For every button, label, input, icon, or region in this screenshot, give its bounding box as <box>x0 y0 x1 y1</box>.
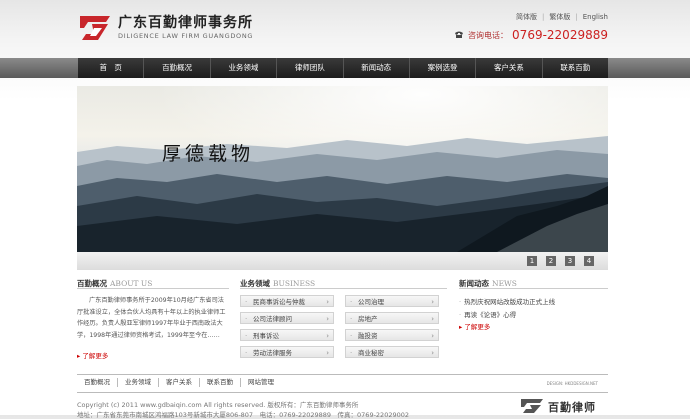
news-item-label: 热烈庆祝网站改版成功正式上线 <box>464 298 556 306</box>
about-divider <box>77 288 229 289</box>
business-item[interactable]: · 劳动法律服务 › <box>240 346 334 358</box>
news-divider <box>459 288 608 289</box>
banner-page-1[interactable]: 1 <box>527 256 537 266</box>
about-more-link[interactable]: ▸ 了解更多 <box>77 350 108 360</box>
phone-label: 咨询电话： <box>468 30 509 40</box>
bullet-icon: · <box>350 298 353 306</box>
footer-link-contact[interactable]: 联系百勤 <box>200 378 241 387</box>
logo-mark-icon <box>80 16 110 40</box>
business-item[interactable]: · 公司治理 › <box>345 295 439 307</box>
business-item[interactable]: · 刑事诉讼 › <box>240 329 334 341</box>
chevron-right-icon: › <box>431 315 434 323</box>
bullet-icon: · <box>459 298 462 306</box>
nav-item-contact[interactable]: 联系百勤 <box>543 58 608 78</box>
banner-page-4[interactable]: 4 <box>584 256 594 266</box>
bullet-icon: · <box>245 349 248 357</box>
address-text: 地址：广东省东莞市南城区鸿福路103号新城市大厦806-807 电话：0769-… <box>77 411 410 419</box>
news-more-link[interactable]: ▸ 了解更多 <box>459 321 490 331</box>
nav-item-about[interactable]: 百勤概况 <box>144 58 211 78</box>
bullet-icon: · <box>459 311 462 319</box>
nav-item-cases[interactable]: 案例选登 <box>410 58 477 78</box>
chevron-right-icon: › <box>326 349 329 357</box>
nav-item-team[interactable]: 律师团队 <box>277 58 344 78</box>
news-title: 新闻动态 <box>459 279 489 288</box>
footer-link-admin[interactable]: 网站管理 <box>241 378 281 387</box>
bullet-icon: · <box>350 332 353 340</box>
main-nav: 首 页 百勤概况 业务领域 律师团队 新闻动态 案例选登 客户关系 联系百勤 <box>78 58 608 78</box>
bullet-icon: · <box>245 315 248 323</box>
news-item[interactable]: · 热烈庆祝网站改版成功正式上线 <box>459 296 555 306</box>
footer-logo-icon <box>521 399 543 413</box>
about-more-label: 了解更多 <box>82 352 109 360</box>
footer-logo-text: 百勤律师 <box>548 401 596 414</box>
business-item-label: 民商事诉讼与仲裁 <box>253 298 305 306</box>
bullet-icon: · <box>350 315 353 323</box>
about-text: 广东百勤律师事务所于2009年10月经广东省司法厅批准设立，全体合伙人均具有十年… <box>77 297 226 339</box>
lang-traditional[interactable]: 繁体版 <box>549 13 570 21</box>
business-title-en: BUSINESS <box>273 279 316 288</box>
phone-icon <box>455 31 464 38</box>
footer-divider-top <box>77 374 608 375</box>
chevron-right-icon: › <box>326 332 329 340</box>
business-item[interactable]: · 民商事诉讼与仲裁 › <box>240 295 334 307</box>
chevron-right-icon: › <box>326 298 329 306</box>
bullet-icon: · <box>245 332 248 340</box>
business-item[interactable]: · 融投资 › <box>345 329 439 341</box>
banner-title: 厚德载物 <box>162 143 255 165</box>
nav-item-news[interactable]: 新闻动态 <box>344 58 410 78</box>
business-item-label: 融投资 <box>358 332 378 340</box>
business-item[interactable]: · 商业秘密 › <box>345 346 439 358</box>
business-item[interactable]: · 房地产 › <box>345 312 439 324</box>
banner-page-3[interactable]: 3 <box>565 256 575 266</box>
business-item-label: 公司治理 <box>358 298 384 306</box>
about-title-en: ABOUT US <box>110 279 153 288</box>
news-item-label: 再读《论语》心得 <box>464 311 517 319</box>
logo-subtitle: DILIGENCE LAW FIRM GUANGDONG <box>118 32 254 40</box>
news-title-en: NEWS <box>492 279 517 288</box>
chevron-right-icon: › <box>431 332 434 340</box>
footer-link-about[interactable]: 百勤概况 <box>77 378 118 387</box>
nav-item-home[interactable]: 首 页 <box>78 58 145 78</box>
chevron-right-icon: › <box>431 298 434 306</box>
business-item-label: 劳动法律服务 <box>253 349 292 357</box>
footer-link-clients[interactable]: 客户关系 <box>159 378 200 387</box>
chevron-right-icon: › <box>326 315 329 323</box>
nav-item-clients[interactable]: 客户关系 <box>476 58 543 78</box>
copyright-text: Copyright (c) 2011 www.gdbaiqin.com All … <box>77 401 359 409</box>
phone-number: 0769-22029889 <box>512 28 608 42</box>
footer-nav: 百勤概况 业务领域 客户关系 联系百勤 网站管理 <box>77 378 281 387</box>
nav-item-business[interactable]: 业务领域 <box>211 58 278 78</box>
news-more-label: 了解更多 <box>464 323 491 331</box>
lang-simplified[interactable]: 简体版 <box>516 13 537 21</box>
banner-image <box>77 86 608 252</box>
business-item[interactable]: · 公司法律顾问 › <box>240 312 334 324</box>
bullet-icon: · <box>350 349 353 357</box>
design-credit[interactable]: DESIGN: HKDDESIGN.NET <box>547 381 598 386</box>
chevron-right-icon: › <box>431 349 434 357</box>
language-switcher: 简体版 | 繁体版 | English <box>516 13 608 21</box>
business-divider <box>240 288 447 289</box>
banner-page-2[interactable]: 2 <box>546 256 556 266</box>
bullet-icon: · <box>245 298 248 306</box>
footer-link-business[interactable]: 业务领域 <box>118 378 159 387</box>
business-item-label: 公司法律顾问 <box>253 315 292 323</box>
news-item[interactable]: · 再读《论语》心得 <box>459 309 516 319</box>
logo-title[interactable]: 广东百勤律师事务所 <box>118 12 253 32</box>
business-item-label: 房地产 <box>358 315 378 323</box>
phone-block: 咨询电话： 0769-22029889 <box>454 28 608 42</box>
business-item-label: 刑事诉讼 <box>253 332 279 340</box>
lang-english[interactable]: English <box>583 13 608 21</box>
footer-divider-bottom <box>77 392 608 393</box>
business-item-label: 商业秘密 <box>358 349 384 357</box>
business-title: 业务领域 <box>240 279 270 288</box>
about-title: 百勤概况 <box>77 279 107 288</box>
